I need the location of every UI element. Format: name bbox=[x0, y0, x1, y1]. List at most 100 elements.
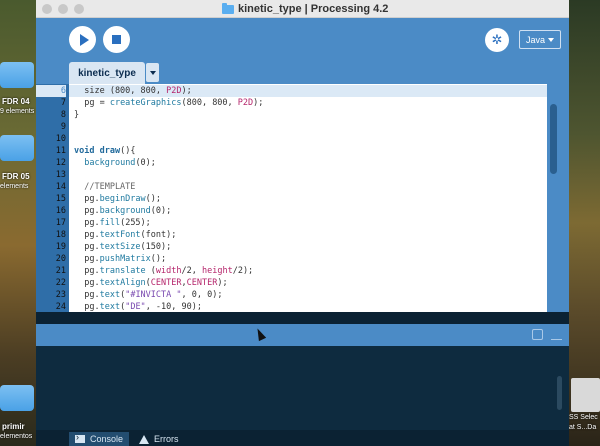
line-number: 17 bbox=[55, 218, 66, 228]
line-number: 13 bbox=[55, 170, 66, 180]
code-token: pg. bbox=[74, 218, 100, 228]
code-editor: 6 7 8 9 10 11 12 13 14 15 16 17 18 19 20 21 22 23 24 size … bbox=[36, 84, 569, 312]
code-line[interactable]: pg.fill(255); bbox=[69, 217, 547, 229]
line-number: 22 bbox=[55, 278, 66, 288]
code-line[interactable] bbox=[69, 133, 547, 145]
code-token: , -10, 90); bbox=[145, 302, 202, 312]
line-number: 16 bbox=[55, 206, 66, 216]
code-line-text: pg.text("DE", -10, 90); bbox=[74, 301, 202, 312]
code-token: background bbox=[84, 158, 136, 168]
code-line[interactable]: pg.text("DE", -10, 90); bbox=[69, 301, 547, 312]
code-token: textSize bbox=[99, 242, 141, 252]
code-token: pg. bbox=[74, 302, 100, 312]
code-token: createGraphics bbox=[109, 98, 182, 108]
line-number: 23 bbox=[55, 290, 66, 300]
console-output[interactable] bbox=[36, 346, 569, 430]
code-line[interactable]: void draw(){ bbox=[69, 145, 547, 157]
mode-label: Java bbox=[525, 34, 545, 45]
title-bar[interactable]: kinetic_type | Processing 4.2 bbox=[36, 0, 569, 18]
desktop-item-label: FDR 05 bbox=[2, 172, 30, 181]
code-line[interactable]: pg.textFont(font); bbox=[69, 229, 547, 241]
desktop-folder-icon[interactable] bbox=[0, 135, 34, 161]
code-line[interactable]: pg.textAlign(CENTER,CENTER); bbox=[69, 277, 547, 289]
code-line[interactable]: pg.background(0); bbox=[69, 205, 547, 217]
desktop-item-label: primir bbox=[2, 422, 25, 431]
copy-icon[interactable] bbox=[532, 329, 543, 340]
code-line[interactable] bbox=[69, 121, 547, 133]
code-token: /2, bbox=[181, 266, 202, 276]
line-number-gutter: 6 7 8 9 10 11 12 13 14 15 16 17 18 19 20 21 22 23 24 bbox=[36, 84, 69, 312]
tab-menu-button[interactable] bbox=[146, 63, 159, 82]
code-token: background bbox=[99, 206, 151, 216]
code-token: , 0, 0); bbox=[181, 290, 223, 300]
editor-console-divider[interactable] bbox=[36, 312, 569, 324]
code-token: (); bbox=[150, 254, 167, 264]
code-line-text: void draw(){ bbox=[74, 145, 135, 157]
clear-console-icon[interactable] bbox=[551, 329, 562, 340]
desktop-folder-icon[interactable] bbox=[0, 385, 34, 411]
desktop-item-sub: elementos bbox=[0, 433, 33, 440]
code-token: "#INVICTA " bbox=[125, 290, 182, 300]
code-line[interactable]: pg.pushMatrix(); bbox=[69, 253, 547, 265]
run-button[interactable] bbox=[69, 26, 96, 53]
console-header bbox=[36, 324, 569, 346]
code-token: (){ bbox=[120, 146, 136, 156]
code-token: (); bbox=[145, 194, 162, 204]
warning-icon bbox=[139, 434, 149, 444]
code-token: pg. bbox=[74, 194, 100, 204]
code-line[interactable]: size (800, 800, P2D); bbox=[69, 85, 547, 97]
code-token: (150); bbox=[140, 242, 172, 252]
desktop-folder-icon[interactable] bbox=[0, 62, 34, 88]
code-line-text: size (800, 800, P2D); bbox=[74, 85, 192, 97]
desktop-right-label: SS Selec bbox=[569, 414, 598, 421]
code-line[interactable]: background(0); bbox=[69, 157, 547, 169]
debug-button[interactable]: ✲ bbox=[485, 28, 509, 52]
line-number: 8 bbox=[60, 110, 66, 120]
editor-scrollbar[interactable] bbox=[550, 104, 557, 174]
code-line-text: pg.beginDraw(); bbox=[74, 193, 161, 205]
line-number: 18 bbox=[55, 230, 66, 240]
code-line[interactable]: pg = createGraphics(800, 800, P2D); bbox=[69, 97, 547, 109]
code-token: "DE" bbox=[125, 302, 146, 312]
code-token: (0); bbox=[135, 158, 156, 168]
code-token: pg = bbox=[74, 98, 110, 108]
code-token: pg. bbox=[74, 290, 100, 300]
code-line-text: pg.pushMatrix(); bbox=[74, 253, 166, 265]
code-token: } bbox=[74, 110, 80, 120]
line-number: 9 bbox=[60, 122, 66, 132]
console-scrollbar[interactable] bbox=[557, 376, 562, 410]
debug-icon: ✲ bbox=[491, 32, 503, 47]
code-line-text: pg.text("#INVICTA ", 0, 0); bbox=[74, 289, 222, 301]
code-token: pg. bbox=[74, 242, 100, 252]
code-token: void bbox=[74, 146, 95, 156]
code-line[interactable]: pg.textSize(150); bbox=[69, 241, 547, 253]
play-icon bbox=[79, 33, 89, 46]
mode-selector[interactable]: Java bbox=[519, 30, 561, 49]
code-token: size (800, 800, bbox=[74, 86, 167, 96]
zoom-window-button[interactable] bbox=[74, 4, 84, 14]
code-line[interactable]: } bbox=[69, 109, 547, 121]
code-line[interactable]: pg.beginDraw(); bbox=[69, 193, 547, 205]
code-token: pushMatrix bbox=[99, 254, 151, 264]
tab-console[interactable]: Console bbox=[69, 432, 130, 446]
console-icon bbox=[75, 432, 85, 443]
tab-errors[interactable]: Errors bbox=[139, 432, 179, 446]
line-number: 7 bbox=[60, 98, 66, 108]
code-area[interactable]: size (800, 800, P2D); pg = createGraphic… bbox=[69, 84, 547, 312]
tab-kinetic-type[interactable]: kinetic_type bbox=[69, 62, 145, 84]
desktop-screenshot-thumbnail[interactable] bbox=[571, 378, 600, 412]
code-line[interactable]: //TEMPLATE bbox=[69, 181, 547, 193]
code-token: pg. bbox=[74, 278, 100, 288]
code-line-text: pg.translate (width/2, height/2); bbox=[74, 265, 253, 277]
close-window-button[interactable] bbox=[42, 4, 52, 14]
code-line[interactable] bbox=[69, 169, 547, 181]
desktop-right-label: at S...Da bbox=[569, 424, 597, 431]
minimize-window-button[interactable] bbox=[58, 4, 68, 14]
line-number: 21 bbox=[55, 266, 66, 276]
code-token: width bbox=[155, 266, 182, 276]
line-number: 15 bbox=[55, 194, 66, 204]
code-line[interactable]: pg.text("#INVICTA ", 0, 0); bbox=[69, 289, 547, 301]
code-line[interactable]: pg.translate (width/2, height/2); bbox=[69, 265, 547, 277]
stop-button[interactable] bbox=[103, 26, 130, 53]
